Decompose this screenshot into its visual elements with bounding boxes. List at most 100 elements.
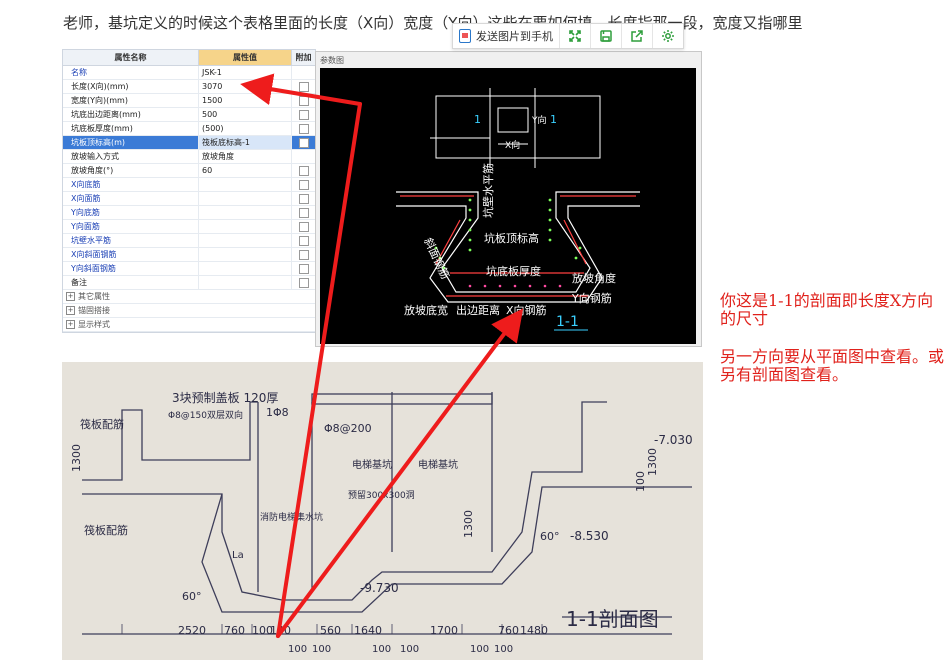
answer-paragraph-2: 另一方向要从平面图中查看。或另有剖面图查看。: [720, 347, 945, 384]
property-row[interactable]: Y向面筋: [63, 220, 315, 234]
property-value[interactable]: 3070: [199, 80, 292, 93]
expand-plus-icon[interactable]: +: [66, 320, 75, 329]
property-row[interactable]: X向斜面钢筋: [63, 248, 315, 262]
property-value[interactable]: 500: [199, 108, 292, 121]
header-add[interactable]: 附加: [292, 50, 315, 65]
property-row[interactable]: 坑底板厚度(mm) (500): [63, 122, 315, 136]
save-button[interactable]: [591, 24, 622, 48]
property-add-cell: [292, 94, 315, 107]
settings-button[interactable]: [653, 24, 683, 48]
property-value[interactable]: [199, 220, 292, 233]
add-checkbox[interactable]: [298, 263, 309, 274]
property-row[interactable]: 坑板顶标高(m) 筏板底标高-1: [63, 136, 315, 150]
add-checkbox[interactable]: [298, 179, 309, 190]
drawing-svg: 筏板配筋 筏板配筋 3块预制盖板 120厚 Φ8@150双层双向 1Φ8 Φ8@…: [70, 391, 693, 655]
property-add-cell: [292, 80, 315, 93]
share-icon: [631, 30, 643, 42]
property-name: Y向面筋: [63, 220, 199, 233]
property-name: 名称: [63, 66, 199, 79]
drawing-dim-7: 760: [498, 624, 519, 637]
property-table: 属性名称 属性值 附加 名称 JSK-1 长度(X向)(mm) 3070 宽度(Y向)(…: [62, 49, 316, 333]
settings-icon: [662, 30, 674, 42]
drawing-pit1: 电梯基坑: [352, 458, 392, 471]
property-rows: 名称 JSK-1 长度(X向)(mm) 3070 宽度(Y向)(mm) 1500 坑底出边距…: [63, 66, 315, 290]
property-value[interactable]: [199, 262, 292, 275]
drawing-dim-small-5: 100: [494, 644, 513, 655]
property-group[interactable]: + 其它属性: [63, 290, 315, 304]
property-name: 放坡输入方式: [63, 150, 199, 163]
add-checkbox[interactable]: [298, 221, 309, 232]
property-add-cell: [292, 136, 315, 149]
property-group[interactable]: + 锚固搭接: [63, 304, 315, 318]
expand-plus-icon[interactable]: +: [66, 306, 75, 315]
expand-plus-icon[interactable]: +: [66, 292, 75, 301]
add-checkbox[interactable]: [298, 165, 309, 176]
property-add-cell: [292, 108, 315, 121]
add-checkbox[interactable]: [298, 193, 309, 204]
property-value[interactable]: 60: [199, 164, 292, 177]
property-value[interactable]: 筏板底标高-1: [199, 136, 292, 149]
property-group-label: 锚固搭接: [78, 306, 110, 315]
property-row[interactable]: X向底筋: [63, 178, 315, 192]
property-row[interactable]: 备注: [63, 276, 315, 290]
property-value[interactable]: 放坡角度: [199, 150, 292, 163]
header-value[interactable]: 属性值: [199, 50, 292, 65]
property-value[interactable]: [199, 192, 292, 205]
property-row[interactable]: 放坡角度(°) 60: [63, 164, 315, 178]
add-checkbox[interactable]: [298, 207, 309, 218]
add-checkbox[interactable]: [298, 277, 309, 288]
header-name[interactable]: 属性名称: [63, 50, 199, 65]
add-checkbox[interactable]: [298, 95, 309, 106]
section-wall-label: 坑壁水平筋: [481, 163, 495, 218]
add-checkbox[interactable]: [298, 249, 309, 260]
add-checkbox[interactable]: [298, 81, 309, 92]
drawing-rebar2: 1Φ8: [266, 406, 289, 419]
property-name: 宽度(Y向)(mm): [63, 94, 199, 107]
parameter-diagram-title: 参数图: [320, 56, 344, 65]
property-value[interactable]: [199, 276, 292, 289]
property-row[interactable]: 宽度(Y向)(mm) 1500: [63, 94, 315, 108]
property-value[interactable]: [199, 248, 292, 261]
drawing-rebar3: Φ8@200: [324, 422, 372, 435]
property-row[interactable]: 长度(X向)(mm) 3070: [63, 80, 315, 94]
property-value[interactable]: [199, 206, 292, 219]
section-thickness-label: 坑底板厚度: [486, 264, 541, 278]
add-checkbox[interactable]: [298, 137, 309, 148]
property-group[interactable]: + 显示样式: [63, 318, 315, 332]
drawing-precast: 3块预制盖板 120厚: [172, 391, 278, 405]
property-row[interactable]: 坑底出边距离(mm) 500: [63, 108, 315, 122]
property-group-label: 显示样式: [78, 320, 110, 329]
property-name: 坑壁水平筋: [63, 234, 199, 247]
property-value[interactable]: JSK-1: [199, 66, 292, 79]
property-row[interactable]: X向面筋: [63, 192, 315, 206]
drawing-pit2: 电梯基坑: [418, 458, 458, 471]
property-name: Y向底筋: [63, 206, 199, 219]
property-name: 备注: [63, 276, 199, 289]
property-value[interactable]: [199, 234, 292, 247]
drawing-elev2: -8.530: [570, 529, 609, 543]
add-checkbox[interactable]: [298, 109, 309, 120]
expand-button[interactable]: [560, 24, 591, 48]
property-row[interactable]: 坑壁水平筋: [63, 234, 315, 248]
drawing-opening: 预留300x300洞: [348, 489, 415, 501]
send-to-phone-button[interactable]: 发送图片到手机: [453, 24, 560, 48]
property-row[interactable]: 名称 JSK-1: [63, 66, 315, 80]
drawing-rebar1: Φ8@150双层双向: [168, 409, 243, 421]
property-value[interactable]: 1500: [199, 94, 292, 107]
add-checkbox[interactable]: [298, 123, 309, 134]
share-button[interactable]: [622, 24, 653, 48]
parameter-diagram-svg: 1 1 Y向 X向 坑壁水平筋 坑板顶标高 斜面钢筋 坑底板厚度 放坡角度 Y向…: [396, 88, 640, 331]
drawing-dim-0: 2520: [178, 624, 206, 637]
property-row[interactable]: Y向斜面钢筋: [63, 262, 315, 276]
plan-label-right: 1: [550, 113, 557, 126]
send-to-phone-label: 发送图片到手机: [476, 30, 553, 43]
add-checkbox[interactable]: [298, 235, 309, 246]
property-value[interactable]: [199, 178, 292, 191]
property-row[interactable]: 放坡输入方式 放坡角度: [63, 150, 315, 164]
property-value[interactable]: (500): [199, 122, 292, 135]
property-name: 坑板顶标高(m): [63, 136, 199, 149]
drawing-dim-1: 760: [224, 624, 245, 637]
property-name: 坑底板厚度(mm): [63, 122, 199, 135]
property-add-cell: [292, 178, 315, 191]
property-row[interactable]: Y向底筋: [63, 206, 315, 220]
